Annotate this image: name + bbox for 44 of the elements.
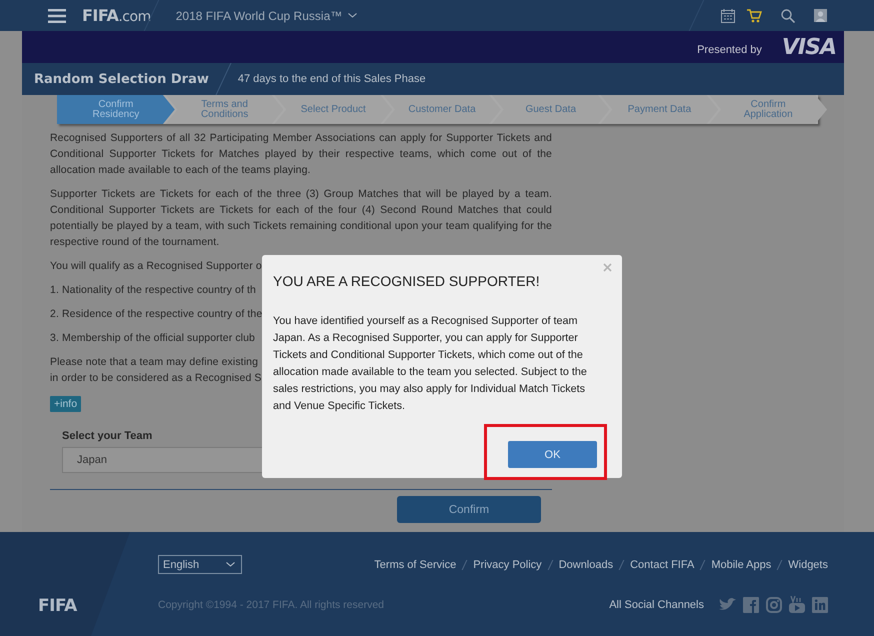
paragraph: Please note that a team may define existing (50, 355, 258, 370)
confirm-button[interactable]: Confirm (397, 496, 541, 523)
event-selector[interactable]: 2018 FIFA World Cup Russia™ (176, 8, 342, 22)
paragraph: Recognised Supporters of all 32 Participating Member Associations can apply for Supporter Tickets and Conditional Supporter Tickets for Matches played by their respective teams, which come out of the allocation made available to each of the teams playing. (50, 131, 552, 178)
footer-link[interactable]: Privacy Policy (473, 558, 542, 570)
footer-link[interactable]: Widgets (788, 558, 828, 570)
sponsor-label: Presented by (697, 44, 762, 56)
camera-icon[interactable] (766, 596, 782, 612)
social-channels-label: All Social Channels (609, 598, 704, 610)
paragraph: You will qualify as a Recognised Supporter o (50, 259, 262, 274)
bird-icon[interactable] (719, 598, 736, 612)
calendar-icon[interactable] (721, 8, 735, 22)
paragraph: in order to be considered as a Recognised S (50, 371, 262, 386)
copyright-text: Copyright ©1994 - 2017 FIFA. All rights reserved (158, 598, 384, 610)
paragraph: 3. Membership of the official supporter club (50, 331, 255, 346)
facebook-icon[interactable] (743, 596, 759, 612)
site-logo[interactable]: FIFA.com (82, 6, 151, 25)
dialog-message: You have identified yourself as a Recognised Supporter of team Japan. As a Recognised Supporter, you can apply for Supporter Tickets and Conditional Supporter Tickets, which come out of the allocation made available to the team you selected. Subject to the sales restrictions, you may also apply for Individual Match Tickets and Venue Specific Tickets. (273, 314, 588, 414)
cart-icon[interactable] (747, 8, 762, 22)
footer-link[interactable]: Mobile Apps (711, 558, 772, 570)
sales-bar-title: Random Selection Draw (34, 72, 209, 86)
ok-button[interactable]: OK (508, 441, 597, 468)
step-tab[interactable]: Confirm Residency (57, 95, 175, 124)
chevron-down-icon (226, 562, 235, 567)
menu-icon[interactable] (48, 8, 66, 22)
user-icon[interactable] (814, 9, 827, 22)
video-icon[interactable] (789, 596, 805, 613)
paragraph: 2. Residence of the respective country of the (50, 307, 262, 322)
footer-link[interactable]: Terms of Service (374, 558, 456, 570)
linkedin-icon[interactable] (812, 596, 828, 612)
footer-link[interactable]: Contact FIFA (630, 558, 694, 570)
sales-phase-message: 47 days to the end of this Sales Phase (238, 73, 426, 85)
field-label: Select your Team (62, 430, 154, 442)
dialog-title: YOU ARE A RECOGNISED SUPPORTER! (273, 273, 541, 289)
footer-link[interactable]: Downloads (558, 558, 614, 570)
close-icon[interactable] (603, 263, 612, 272)
paragraph: 1. Nationality of the respective country of th (50, 283, 256, 298)
chevron-down-icon[interactable] (348, 13, 358, 18)
sponsor-logo: VISA (782, 34, 836, 60)
info-button[interactable]: +info (50, 396, 82, 412)
language-select[interactable]: English (158, 555, 242, 574)
search-icon[interactable] (781, 8, 795, 22)
footer-logo[interactable]: FIFA (38, 596, 77, 616)
paragraph: Supporter Tickets are Tickets for each of the three (3) Group Matches that will be played by a team. Conditional Supporter Tickets are Tickets for each of the four (4) Second Round Matches that could potentially be played by a team, with such Tickets remaining conditional upon your team qualifying for the respective round of the tournament. (50, 187, 552, 250)
